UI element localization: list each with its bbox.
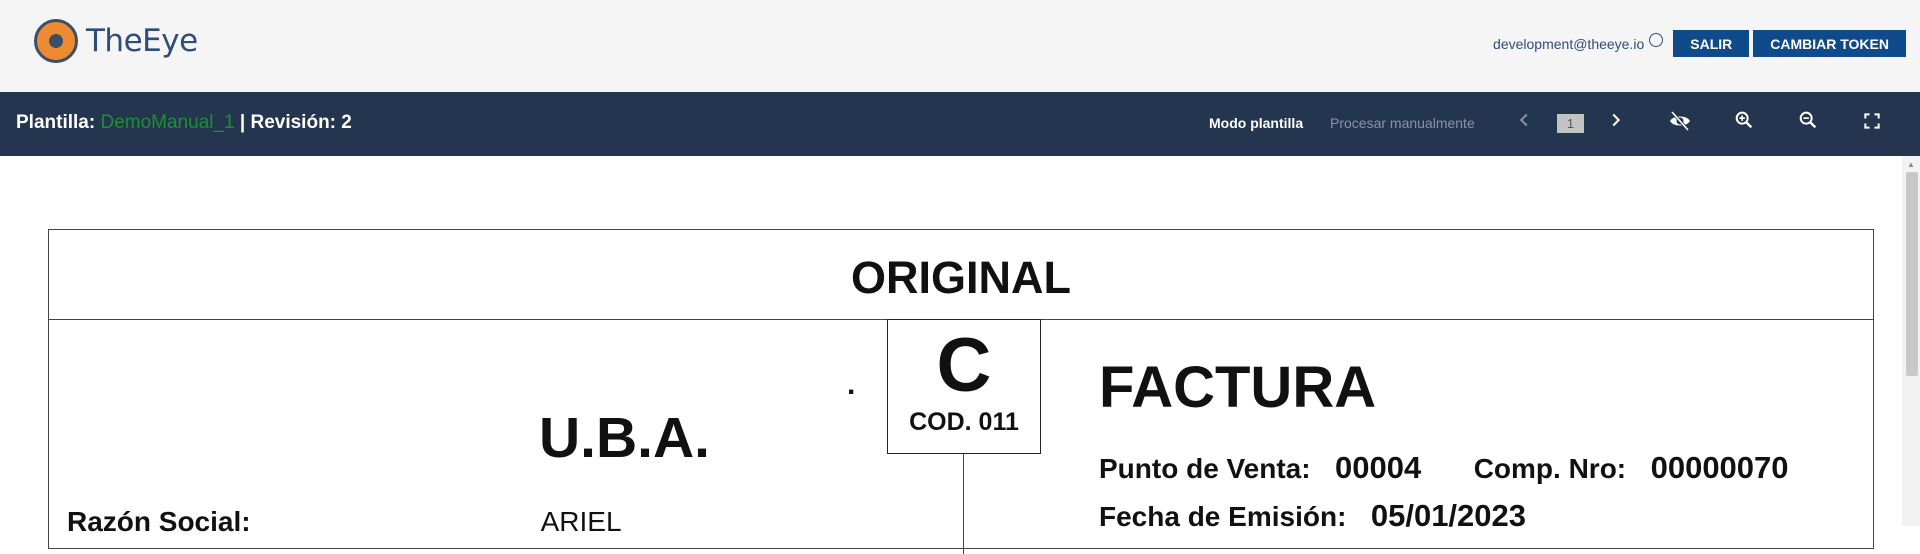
- theeye-logo-icon: [34, 19, 78, 63]
- razon-social-label: Razón Social:: [67, 506, 251, 537]
- fecha-emision-value: 05/01/2023: [1370, 498, 1527, 533]
- copy-label: ORIGINAL: [851, 252, 1071, 303]
- template-toolbar: Plantilla: DemoManual_1 | Revisión: 2 Mo…: [0, 92, 1920, 156]
- zoom-out-icon[interactable]: [1793, 109, 1823, 139]
- template-label: Plantilla:: [16, 112, 96, 133]
- invoice-code: COD. 011: [909, 408, 1019, 436]
- revision-text: | Revisión: 2: [239, 112, 352, 133]
- issuer-name: U.B.A.: [539, 406, 710, 470]
- stray-dot: .: [847, 368, 856, 401]
- punto-venta-row: Punto de Venta: 00004 Comp. Nro: 0000007…: [1099, 450, 1789, 486]
- app-logo[interactable]: TheEye: [34, 19, 198, 63]
- invoice-letter: C: [936, 323, 992, 408]
- fecha-emision-label: Fecha de Emisión:: [1099, 501, 1347, 532]
- account-circle-icon: [1649, 32, 1664, 47]
- app-name: TheEye: [86, 23, 198, 59]
- copy-header: ORIGINAL: [49, 230, 1873, 320]
- comp-nro-value: 00000070: [1650, 450, 1789, 485]
- invoice-type-box: C COD. 011: [887, 319, 1041, 454]
- chevron-right-icon[interactable]: [1601, 109, 1631, 139]
- scroll-up-arrow-icon[interactable]: ▲: [1907, 160, 1915, 169]
- process-manually-button[interactable]: Procesar manualmente: [1330, 115, 1475, 131]
- app-header: TheEye development@theeye.io SALIR CAMBI…: [0, 0, 1920, 92]
- user-area: development@theeye.io SALIR CAMBIAR TOKE…: [1493, 30, 1906, 57]
- visibility-off-icon[interactable]: [1665, 109, 1695, 139]
- template-mode-button[interactable]: Modo plantilla: [1209, 115, 1303, 131]
- fullscreen-icon[interactable]: [1857, 109, 1887, 139]
- template-title: Plantilla: DemoManual_1 | Revisión: 2: [16, 112, 352, 134]
- invoice-document: ORIGINAL C COD. 011 . U.B.A. Razón Socia…: [48, 229, 1874, 554]
- fecha-emision-row: Fecha de Emisión: 05/01/2023: [1099, 498, 1526, 534]
- document-type: FACTURA: [1099, 355, 1377, 420]
- punto-venta-value: 00004: [1335, 450, 1422, 485]
- razon-social-value: ARIEL: [540, 506, 622, 537]
- scrollbar-thumb[interactable]: [1906, 172, 1918, 376]
- comp-nro-label: Comp. Nro:: [1473, 453, 1627, 484]
- logout-button[interactable]: SALIR: [1673, 30, 1750, 57]
- template-name: DemoManual_1: [100, 112, 235, 133]
- punto-venta-label: Punto de Venta:: [1099, 453, 1311, 484]
- chevron-left-icon[interactable]: [1509, 109, 1539, 139]
- user-email: development@theeye.io: [1493, 35, 1645, 52]
- razon-social: Razón Social: ARIEL: [67, 506, 622, 538]
- zoom-in-icon[interactable]: [1729, 109, 1759, 139]
- column-divider: [963, 454, 964, 554]
- document-scrollbar[interactable]: ▲: [1902, 156, 1920, 526]
- page-number[interactable]: 1: [1557, 114, 1584, 133]
- change-token-button[interactable]: CAMBIAR TOKEN: [1753, 30, 1906, 57]
